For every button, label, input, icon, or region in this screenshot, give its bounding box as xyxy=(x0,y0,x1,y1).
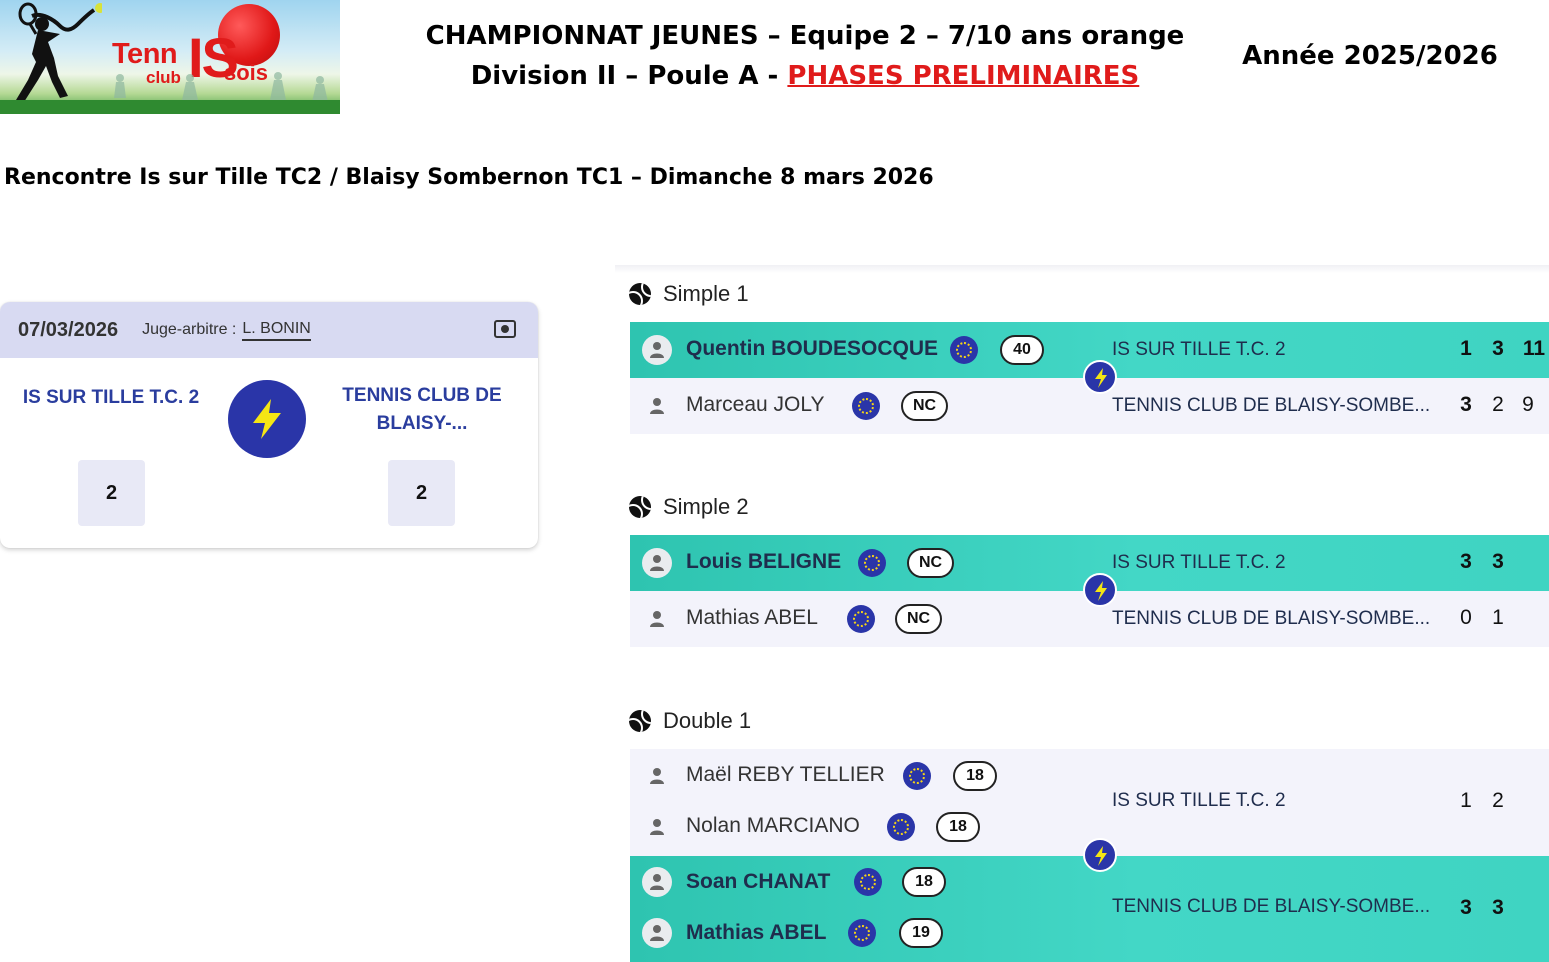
section-title: Simple 2 xyxy=(663,494,749,519)
lightning-icon xyxy=(228,380,306,458)
user-avatar-icon xyxy=(642,867,672,897)
set-score: 11 xyxy=(1522,337,1546,360)
player-name[interactable]: Mathias ABEL xyxy=(686,921,826,945)
tennis-club-logo: Tenn club IS sois xyxy=(0,0,340,114)
matches-panel: Simple 1 Quentin BOUDESOCQUE 40 IS SUR T… xyxy=(615,265,1549,962)
title-line-2: Division II – Poule A - PHASES PRELIMINA… xyxy=(410,56,1200,96)
match-row[interactable]: Soan CHANAT 18 Mathias ABEL 19 TENNIS CL… xyxy=(630,856,1549,962)
card-header: 07/03/2026 Juge-arbitre : L. BONIN xyxy=(0,302,538,358)
page-title: CHAMPIONNAT JEUNES – Equipe 2 – 7/10 ans… xyxy=(410,16,1200,96)
set-score: 2 xyxy=(1492,789,1504,812)
season-year: Année 2025/2026 xyxy=(1242,41,1498,71)
home-score: 2 xyxy=(78,460,145,526)
tennis-player-icon xyxy=(16,2,102,102)
set-score: 3 xyxy=(1492,337,1504,360)
section-double-1: Double 1 xyxy=(629,708,751,734)
rencontre-heading: Rencontre Is sur Tille TC2 / Blaisy Somb… xyxy=(4,165,934,190)
user-avatar-icon xyxy=(642,335,672,365)
home-team-name[interactable]: IS SUR TILLE T.C. 2 xyxy=(16,384,206,412)
ranking-badge: 19 xyxy=(899,918,943,948)
judge-label: Juge-arbitre : xyxy=(142,321,237,338)
set-score: 9 xyxy=(1522,393,1534,416)
ranking-badge: 18 xyxy=(936,812,980,842)
tennis-ball-icon xyxy=(629,710,651,732)
set-score: 1 xyxy=(1460,789,1472,812)
club-name[interactable]: TENNIS CLUB DE BLAISY-SOMBE... xyxy=(1112,395,1430,417)
player-name[interactable]: Maël REBY TELLIER xyxy=(686,763,885,787)
eu-flag-icon xyxy=(950,336,978,364)
away-score: 2 xyxy=(388,460,455,526)
judge-name: L. BONIN xyxy=(242,320,311,341)
eu-flag-icon xyxy=(887,813,915,841)
eu-flag-icon xyxy=(852,392,880,420)
ranking-badge: NC xyxy=(901,391,949,421)
user-avatar-icon xyxy=(642,918,672,948)
section-simple-2: Simple 2 xyxy=(629,494,749,520)
ranking-badge: NC xyxy=(907,548,955,578)
player-name[interactable]: Nolan MARCIANO xyxy=(686,814,860,838)
set-score: 0 xyxy=(1460,606,1472,629)
set-score: 3 xyxy=(1460,393,1472,416)
lightning-icon xyxy=(1083,838,1117,872)
user-avatar-icon xyxy=(642,812,672,842)
club-name[interactable]: TENNIS CLUB DE BLAISY-SOMBE... xyxy=(1112,608,1430,630)
section-title: Simple 1 xyxy=(663,281,749,306)
eu-flag-icon xyxy=(854,868,882,896)
section-title: Double 1 xyxy=(663,708,752,733)
player-name[interactable]: Mathias ABEL xyxy=(686,606,818,630)
player-name[interactable]: Louis BELIGNE xyxy=(686,550,841,574)
eu-flag-icon xyxy=(848,919,876,947)
set-score: 3 xyxy=(1460,550,1472,573)
phases-label: PHASES PRELIMINAIRES xyxy=(787,61,1140,91)
user-avatar-icon xyxy=(642,548,672,578)
camera-icon[interactable] xyxy=(494,320,516,338)
away-team-name[interactable]: TENNIS CLUB DE BLAISY-... xyxy=(330,382,514,438)
section-simple-1: Simple 1 xyxy=(629,281,749,307)
lightning-icon xyxy=(1083,360,1117,394)
club-name[interactable]: TENNIS CLUB DE BLAISY-SOMBE... xyxy=(1112,896,1430,918)
user-avatar-icon xyxy=(642,761,672,791)
eu-flag-icon xyxy=(903,762,931,790)
match-summary-card[interactable]: 07/03/2026 Juge-arbitre : L. BONIN IS SU… xyxy=(0,302,538,548)
player-name[interactable]: Marceau JOLY xyxy=(686,393,825,417)
set-score: 1 xyxy=(1460,337,1472,360)
set-score: 2 xyxy=(1492,393,1504,416)
lightning-icon xyxy=(1083,573,1117,607)
ranking-badge: 18 xyxy=(902,867,946,897)
tennis-ball-icon xyxy=(629,496,651,518)
player-name[interactable]: Soan CHANAT xyxy=(686,870,830,894)
set-score: 3 xyxy=(1492,550,1504,573)
club-name[interactable]: IS SUR TILLE T.C. 2 xyxy=(1112,790,1286,812)
club-name[interactable]: IS SUR TILLE T.C. 2 xyxy=(1112,339,1286,361)
eu-flag-icon xyxy=(847,605,875,633)
tennis-ball-icon xyxy=(629,283,651,305)
club-name[interactable]: IS SUR TILLE T.C. 2 xyxy=(1112,552,1286,574)
panel-shadow xyxy=(615,265,1549,273)
ranking-badge: 40 xyxy=(1000,335,1044,365)
ranking-badge: 18 xyxy=(953,761,997,791)
player-name[interactable]: Quentin BOUDESOCQUE xyxy=(686,337,938,361)
title-line-1: CHAMPIONNAT JEUNES – Equipe 2 – 7/10 ans… xyxy=(425,21,1185,51)
ranking-badge: NC xyxy=(895,604,943,634)
set-score: 3 xyxy=(1460,896,1472,919)
logo-text-tenn: Tenn xyxy=(112,38,178,70)
set-score: 3 xyxy=(1492,896,1504,919)
grass-strip xyxy=(0,100,340,114)
set-score: 1 xyxy=(1492,606,1504,629)
user-avatar-icon xyxy=(642,391,672,421)
title-line-2-prefix: Division II – Poule A - xyxy=(470,61,788,91)
eu-flag-icon xyxy=(858,549,886,577)
user-avatar-icon xyxy=(642,604,672,634)
match-date: 07/03/2026 xyxy=(18,318,119,341)
